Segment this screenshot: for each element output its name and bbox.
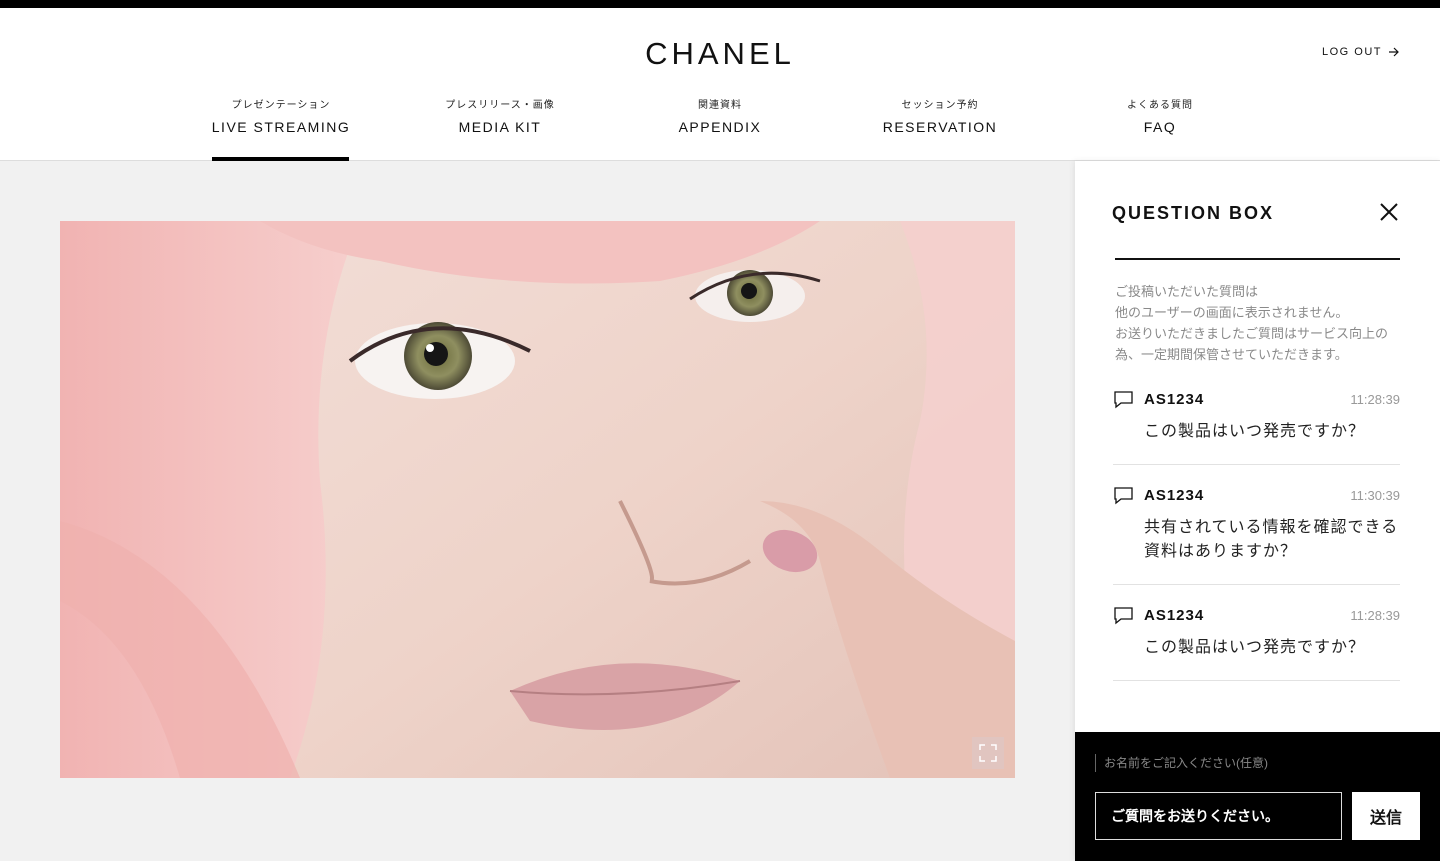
top-bar: [0, 0, 1440, 8]
main-nav: プレゼンテーション LIVE STREAMING プレスリリース・画像 MEDI…: [0, 99, 1440, 161]
question-item: AS1234 11:30:39 共有されている情報を確認できる資料はありますか？: [1113, 483, 1400, 585]
nav-sub-label: セッション予約: [901, 100, 979, 111]
nav-item-media-kit[interactable]: プレスリリース・画像 MEDIA KIT: [390, 99, 610, 135]
question-user: AS1234: [1144, 606, 1205, 624]
question-text: 共有されている情報を確認できる資料はありますか？: [1144, 519, 1399, 560]
question-header: AS1234 11:30:39: [1113, 483, 1400, 507]
nav-main-label: LIVE STREAMING: [211, 119, 351, 135]
fullscreen-icon: [979, 744, 997, 762]
nav-item-live-streaming[interactable]: プレゼンテーション LIVE STREAMING: [171, 99, 391, 135]
nav-item-faq[interactable]: よくある質問 FAQ: [1050, 99, 1270, 135]
video-frame: [60, 221, 1015, 778]
divider: [1115, 258, 1400, 260]
nav-item-reservation[interactable]: セッション予約 RESERVATION: [830, 99, 1050, 135]
arrow-right-icon: [1389, 47, 1399, 57]
comment-icon: [1114, 390, 1133, 408]
question-item: AS1234 11:28:39 この製品はいつ発売ですか？: [1113, 603, 1400, 681]
panel-title: QUESTION BOX: [1112, 203, 1275, 223]
nav-sub-label: プレスリリース・画像: [445, 100, 555, 111]
close-icon[interactable]: [1378, 201, 1400, 223]
question-header: AS1234 11:28:39: [1113, 603, 1400, 627]
nav-main-label: RESERVATION: [882, 119, 998, 135]
question-item: AS1234 11:28:39 この製品はいつ発売ですか？: [1113, 387, 1400, 465]
main-content: [0, 161, 1075, 861]
question-time: 11:30:39: [1350, 487, 1400, 503]
question-user: AS1234: [1144, 390, 1205, 408]
question-list: AS1234 11:28:39 この製品はいつ発売ですか？ AS1234 11:…: [1113, 387, 1400, 699]
name-input[interactable]: [1095, 754, 1375, 772]
logout-button[interactable]: LOG OUT: [1322, 46, 1400, 58]
question-time: 11:28:39: [1350, 391, 1400, 407]
comment-icon: [1114, 606, 1133, 624]
live-video-player[interactable]: [60, 221, 1015, 778]
nav-sub-label: プレゼンテーション: [231, 100, 331, 111]
nav-main-label: FAQ: [1143, 119, 1177, 135]
send-button[interactable]: 送信: [1352, 792, 1420, 840]
comment-icon: [1114, 486, 1133, 504]
nav-sub-label: 関連資料: [698, 100, 742, 111]
question-header: AS1234 11:28:39: [1113, 387, 1400, 411]
nav-main-label: MEDIA KIT: [458, 119, 542, 135]
question-user: AS1234: [1144, 486, 1205, 504]
nav-item-appendix[interactable]: 関連資料 APPENDIX: [610, 99, 830, 135]
site-header: CHANEL LOG OUT プレゼンテーション LIVE STREAMING …: [0, 8, 1440, 161]
question-compose-bar: 送信: [1075, 732, 1440, 861]
nav-main-label: APPENDIX: [678, 119, 762, 135]
privacy-note: ご投稿いただいた質問は 他のユーザーの画面に表示されません。 お送りいただきまし…: [1115, 284, 1389, 362]
fullscreen-button[interactable]: [972, 737, 1004, 769]
question-text: この製品はいつ発売ですか？: [1144, 423, 1366, 440]
question-input[interactable]: [1095, 792, 1342, 840]
question-text: この製品はいつ発売ですか？: [1144, 639, 1366, 656]
nav-sub-label: よくある質問: [1127, 100, 1193, 111]
brand-logo[interactable]: CHANEL: [0, 36, 1440, 72]
logout-label: LOG OUT: [1321, 46, 1382, 58]
question-time: 11:28:39: [1350, 607, 1400, 623]
